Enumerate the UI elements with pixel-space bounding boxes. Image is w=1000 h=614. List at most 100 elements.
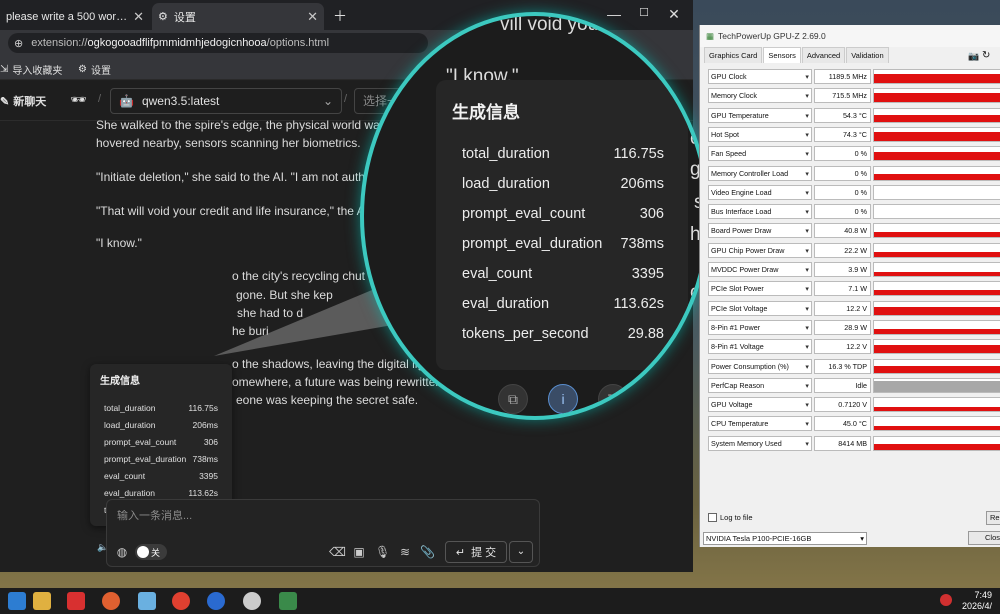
gpu-select[interactable]: NVIDIA Tesla P100-PCIE-16GB ▾ bbox=[703, 532, 867, 545]
app-icon[interactable] bbox=[243, 592, 261, 610]
info-value: 113.62s bbox=[613, 296, 664, 312]
sensor-graph bbox=[873, 126, 1000, 142]
sensor-value: 74.3 °C bbox=[814, 126, 871, 142]
sensor-graph bbox=[873, 69, 1000, 84]
magnified-row: prompt_eval_duration 738ms bbox=[462, 236, 664, 252]
gpuz-tabs: Graphics Card Sensors Advanced Validatio… bbox=[704, 47, 890, 63]
sensor-name-select[interactable]: Board Power Draw bbox=[708, 223, 812, 239]
sensor-name-select[interactable]: 8-Pin #1 Power bbox=[708, 319, 812, 335]
browser-icon[interactable] bbox=[102, 592, 120, 610]
sensor-name-select[interactable]: 8-Pin #1 Voltage bbox=[708, 339, 812, 355]
sensor-name-select[interactable]: MVDDC Power Draw bbox=[708, 262, 812, 277]
sensor-value: Idle bbox=[814, 377, 871, 393]
magnified-regenerate-icon: ↻ bbox=[598, 384, 628, 414]
log-checkbox[interactable] bbox=[708, 513, 717, 522]
sensor-graph bbox=[873, 416, 1000, 432]
sensor-graph-fill bbox=[874, 290, 1000, 296]
sensor-name-select[interactable]: Fan Speed bbox=[708, 146, 812, 162]
sensor-value: 0 % bbox=[814, 184, 871, 200]
tab-validation[interactable]: Validation bbox=[846, 47, 889, 63]
sensor-graph bbox=[873, 339, 1000, 355]
windows-start-icon[interactable] bbox=[8, 592, 26, 610]
tab-graphics-card[interactable]: Graphics Card bbox=[704, 47, 763, 63]
tab-sensors[interactable]: Sensors bbox=[763, 47, 801, 63]
sensor-name-select[interactable]: GPU Voltage bbox=[708, 397, 812, 413]
gpuz-taskbar-icon[interactable] bbox=[279, 592, 297, 610]
sensor-row: GPU Clock1189.5 MHz bbox=[708, 69, 1000, 85]
info-value: 738ms bbox=[620, 236, 664, 252]
sensor-name-select[interactable]: GPU Clock bbox=[708, 69, 812, 84]
sensor-graph-fill bbox=[874, 93, 1000, 103]
magnified-info-icon: i bbox=[548, 384, 578, 414]
sensor-graph bbox=[873, 358, 1000, 374]
sensor-name-select[interactable]: Memory Clock bbox=[708, 88, 812, 104]
sensor-name-select[interactable]: GPU Temperature bbox=[708, 107, 812, 123]
sensor-graph-fill bbox=[874, 115, 1000, 122]
tab-advanced[interactable]: Advanced bbox=[801, 47, 846, 63]
sensor-value: 16.3 % TDP bbox=[814, 358, 871, 374]
magnified-generation-info: 生成信息 total_duration 116.75s load_duration… bbox=[436, 80, 688, 370]
sensor-name-select[interactable]: PerfCap Reason bbox=[708, 377, 812, 393]
sensor-name-select[interactable]: CPU Temperature bbox=[708, 416, 812, 432]
sensor-value: 1189.5 MHz bbox=[814, 69, 871, 84]
sensor-graph-fill bbox=[874, 443, 1000, 450]
tray-icon[interactable] bbox=[940, 594, 952, 606]
info-value: 29.88 bbox=[627, 326, 664, 342]
reset-button[interactable]: Re bbox=[986, 511, 1000, 525]
sensor-name-select[interactable]: Power Consumption (%) bbox=[708, 358, 812, 374]
app-icon[interactable] bbox=[138, 592, 156, 610]
magnified-text: vill void your bbox=[500, 14, 605, 35]
sensor-row: PCIe Slot Voltage12.2 V bbox=[708, 300, 1000, 317]
gpuz-title: TechPowerUp GPU-Z 2.69.0 bbox=[718, 31, 826, 41]
camera-icon[interactable]: 📷 bbox=[968, 51, 979, 62]
sensor-graph bbox=[873, 88, 1000, 104]
sensor-name-select[interactable]: PCIe Slot Power bbox=[708, 281, 812, 297]
info-key: prompt_eval_duration bbox=[462, 236, 603, 252]
info-key: total_duration bbox=[462, 146, 550, 162]
sensor-row: Fan Speed0 % bbox=[708, 146, 1000, 162]
sensor-value: 45.0 °C bbox=[814, 416, 871, 432]
sensor-graph bbox=[873, 242, 1000, 258]
info-key: eval_duration bbox=[462, 296, 550, 312]
magnified-row: tokens_per_second 29.88 bbox=[462, 326, 664, 342]
sensor-graph bbox=[873, 223, 1000, 239]
sensor-value: 7.1 W bbox=[814, 281, 871, 297]
sensor-name-select[interactable]: Memory Controller Load bbox=[708, 165, 812, 181]
sensor-graph bbox=[873, 184, 1000, 200]
file-explorer-icon[interactable] bbox=[33, 592, 51, 610]
sensor-graph-fill bbox=[874, 366, 1000, 373]
sensor-name-select[interactable]: Video Engine Load bbox=[708, 184, 812, 200]
magnified-title: 生成信息 bbox=[452, 103, 520, 122]
sensor-row: Board Power Draw40.8 W bbox=[708, 223, 1000, 239]
info-key: tokens_per_second bbox=[462, 326, 589, 342]
sensor-name-select[interactable]: PCIe Slot Voltage bbox=[708, 300, 812, 316]
clock[interactable]: 7:49 2026/4/ bbox=[962, 590, 992, 612]
sensor-name-select[interactable]: Hot Spot bbox=[708, 126, 812, 142]
sensor-graph-fill bbox=[874, 73, 1000, 83]
sensor-graph bbox=[873, 146, 1000, 162]
gpuz-window: ▦ TechPowerUp GPU-Z 2.69.0 Graphics Card… bbox=[699, 25, 1000, 547]
sensor-value: 22.2 W bbox=[814, 242, 871, 258]
sensor-name-select[interactable]: System Memory Used bbox=[708, 435, 812, 451]
sensor-row: PCIe Slot Power7.1 W bbox=[708, 281, 1000, 297]
sensor-name-select[interactable]: Bus Interface Load bbox=[708, 204, 812, 220]
sensor-value: 28.9 W bbox=[814, 319, 871, 335]
log-to-file[interactable]: Log to file bbox=[708, 513, 753, 522]
wps-icon[interactable] bbox=[67, 592, 85, 610]
chrome-icon[interactable] bbox=[172, 592, 190, 610]
sensor-value: 40.8 W bbox=[814, 223, 871, 239]
sensor-row: GPU Temperature54.3 °C bbox=[708, 107, 1000, 124]
sensor-graph bbox=[873, 281, 1000, 297]
sensor-graph bbox=[873, 319, 1000, 335]
close-button[interactable]: Clos bbox=[968, 531, 1000, 545]
sensor-row: CPU Temperature45.0 °C bbox=[708, 416, 1000, 432]
gpuz-titlebar: ▦ TechPowerUp GPU-Z 2.69.0 bbox=[700, 25, 1000, 47]
sensor-name-select[interactable]: GPU Chip Power Draw bbox=[708, 242, 812, 258]
gpuz-logo-icon: ▦ bbox=[706, 30, 715, 41]
sensor-graph-fill bbox=[874, 406, 1000, 412]
refresh-icon[interactable]: ↻ bbox=[982, 50, 990, 61]
app-icon[interactable] bbox=[207, 592, 225, 610]
sensor-graph bbox=[873, 300, 1000, 316]
sensor-graph bbox=[873, 262, 1000, 277]
sensor-graph-fill bbox=[874, 173, 1000, 180]
